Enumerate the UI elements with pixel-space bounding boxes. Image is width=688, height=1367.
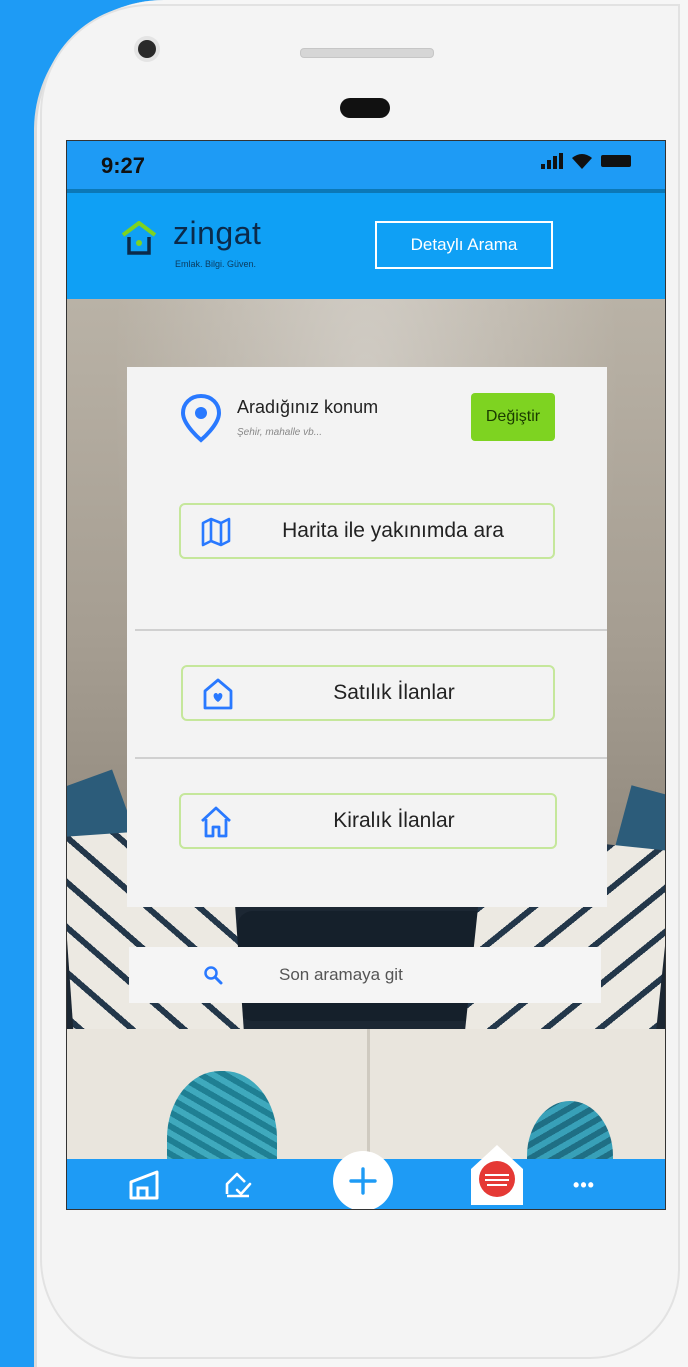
battery-icon bbox=[601, 155, 631, 167]
zingat-logo-icon bbox=[121, 221, 157, 255]
map-search-button[interactable]: Harita ile yakınımda ara bbox=[179, 503, 555, 559]
sale-listings-button[interactable]: Satılık İlanlar bbox=[181, 665, 555, 721]
more-icon: ••• bbox=[573, 1174, 595, 1195]
location-input[interactable]: Şehir, mahalle vb... bbox=[237, 427, 322, 438]
brand-tagline: Emlak. Bilgi. Güven. bbox=[175, 259, 257, 269]
sale-listings-label: Satılık İlanlar bbox=[333, 681, 455, 704]
house-heart-icon bbox=[203, 678, 233, 710]
badge-icon bbox=[471, 1145, 523, 1205]
location-title: Aradığınız konum bbox=[237, 397, 379, 417]
change-location-button[interactable]: Değiştir bbox=[471, 393, 555, 441]
search-card: Aradığınız konum Şehir, mahalle vb... De… bbox=[127, 367, 607, 907]
rent-listings-label: Kiralık İlanlar bbox=[333, 809, 455, 832]
add-button[interactable] bbox=[333, 1151, 393, 1209]
location-pin-icon bbox=[180, 393, 222, 443]
status-icons bbox=[541, 153, 631, 169]
home-outline-icon bbox=[129, 1170, 159, 1200]
nav-home[interactable] bbox=[119, 1159, 169, 1209]
bottom-nav: ••• bbox=[67, 1145, 665, 1209]
nav-more[interactable]: ••• bbox=[559, 1159, 609, 1209]
signal-icon bbox=[541, 153, 563, 169]
add-icon bbox=[349, 1167, 377, 1195]
status-time: 9:27 bbox=[101, 153, 146, 178]
wifi-icon bbox=[572, 154, 592, 169]
sensor-strip bbox=[300, 48, 434, 58]
brand-name: zingat bbox=[173, 215, 262, 251]
nav-campaign[interactable] bbox=[465, 1137, 529, 1209]
rent-listings-button[interactable]: Kiralık İlanlar bbox=[179, 793, 557, 849]
status-bar: 9:27 bbox=[67, 141, 665, 189]
divider bbox=[135, 757, 607, 759]
nav-saved[interactable] bbox=[215, 1159, 261, 1209]
detailed-search-button[interactable]: Detaylı Arama bbox=[375, 221, 553, 269]
photo-seat-line bbox=[367, 1029, 370, 1159]
last-search-label: Son aramaya git bbox=[279, 965, 403, 984]
search-icon bbox=[204, 966, 223, 985]
map-icon bbox=[201, 517, 231, 547]
earpiece-speaker bbox=[340, 98, 390, 118]
front-camera bbox=[138, 40, 156, 58]
checklist-icon bbox=[225, 1172, 252, 1198]
header-shadow bbox=[67, 189, 665, 193]
app-screen: 9:27 zingat Emlak. Bilgi. Güven. Detaylı… bbox=[66, 140, 666, 1210]
house-icon bbox=[201, 806, 231, 838]
divider bbox=[135, 629, 607, 631]
last-search-button[interactable]: Son aramaya git bbox=[129, 947, 601, 1003]
map-search-label: Harita ile yakınımda ara bbox=[282, 519, 504, 542]
